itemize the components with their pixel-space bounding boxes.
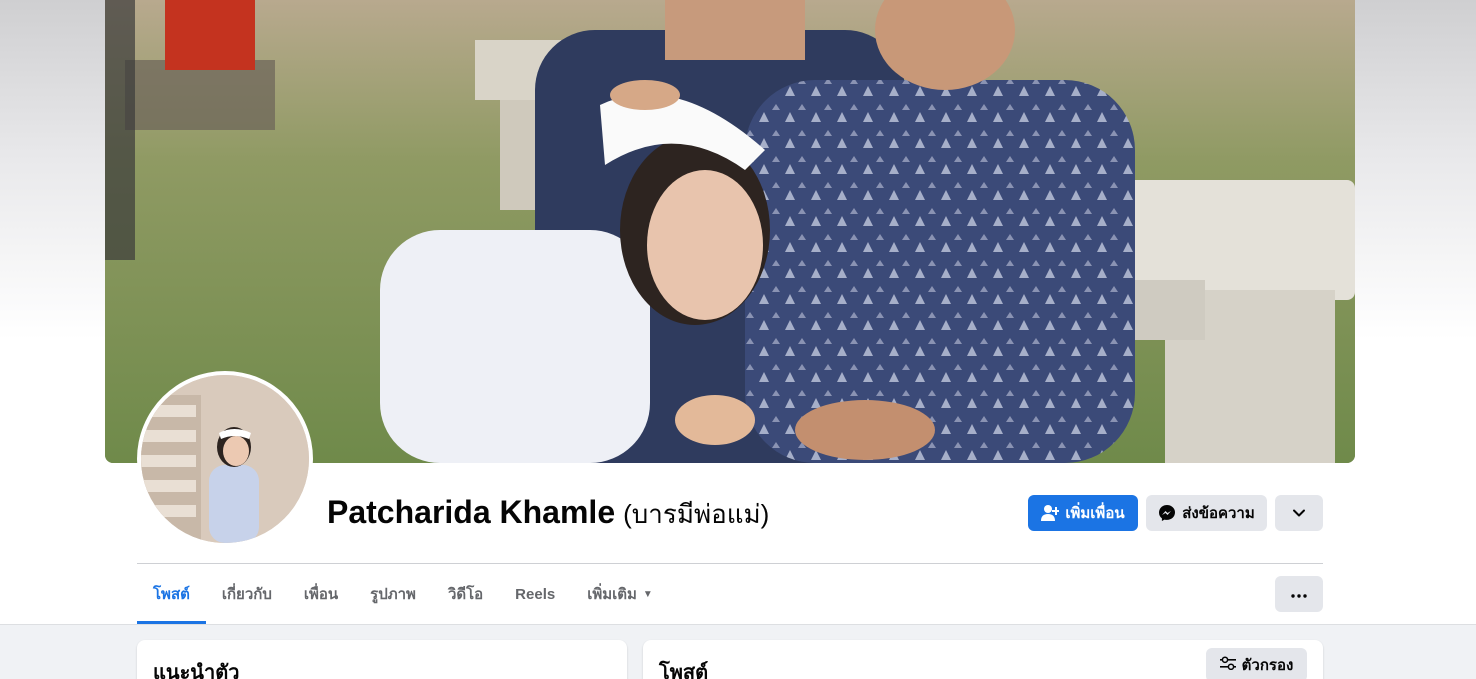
profile-options-button[interactable] — [1275, 495, 1323, 531]
message-label: ส่งข้อความ — [1182, 505, 1255, 522]
tab-videos[interactable]: วิดีโอ — [432, 564, 499, 624]
profile-avatar[interactable] — [137, 371, 313, 547]
filter-button[interactable]: ตัวกรอง — [1206, 648, 1307, 679]
more-horizontal-icon — [1291, 585, 1307, 603]
filter-sliders-icon — [1219, 656, 1236, 674]
tab-label: เพิ่มเติม — [587, 586, 637, 603]
add-friend-button[interactable]: เพิ่มเพื่อน — [1028, 495, 1138, 531]
add-friend-icon — [1041, 504, 1060, 522]
tab-label: รูปภาพ — [370, 586, 416, 603]
caret-down-icon: ▼ — [642, 588, 653, 600]
tab-label: โพสต์ — [153, 586, 190, 603]
message-button[interactable]: ส่งข้อความ — [1146, 495, 1267, 531]
tab-friends[interactable]: เพื่อน — [288, 564, 354, 624]
tab-label: เพื่อน — [303, 586, 339, 603]
posts-card-title: โพสต์ — [659, 662, 709, 679]
tabs-overflow-button[interactable] — [1275, 576, 1323, 612]
messenger-icon — [1158, 504, 1176, 522]
profile-tabs: โพสต์ เกี่ยวกับ เพื่อน รูปภาพ วิดีโอ Ree… — [137, 564, 669, 624]
tab-label: วิดีโอ — [447, 586, 484, 603]
tab-reels[interactable]: Reels — [499, 564, 571, 624]
profile-alternate-name: (บารมีพ่อแม่) — [623, 499, 770, 529]
tab-posts[interactable]: โพสต์ — [137, 564, 206, 624]
tab-photos[interactable]: รูปภาพ — [354, 564, 432, 624]
intro-card-title: แนะนำตัว — [153, 662, 240, 679]
tab-label: เกี่ยวกับ — [221, 586, 272, 603]
intro-card: แนะนำตัว — [137, 640, 627, 679]
add-friend-label: เพิ่มเพื่อน — [1065, 505, 1125, 522]
tab-more[interactable]: เพิ่มเติม ▼ — [571, 564, 669, 624]
cover-photo[interactable] — [105, 0, 1355, 463]
tab-label: Reels — [515, 585, 556, 603]
header-bottom-border — [0, 624, 1476, 625]
profile-name: Patcharida Khamle — [327, 494, 616, 530]
filter-label: ตัวกรอง — [1241, 657, 1294, 674]
profile-name-row: Patcharida Khamle (บารมีพ่อแม่) — [327, 494, 769, 534]
avatar-image — [141, 375, 309, 543]
tab-about[interactable]: เกี่ยวกับ — [206, 564, 288, 624]
profile-page: Patcharida Khamle (บารมีพ่อแม่) เพิ่มเพื… — [0, 0, 1476, 679]
posts-card: โพสต์ ตัวกรอง — [643, 640, 1323, 679]
chevron-down-icon — [1292, 506, 1306, 520]
